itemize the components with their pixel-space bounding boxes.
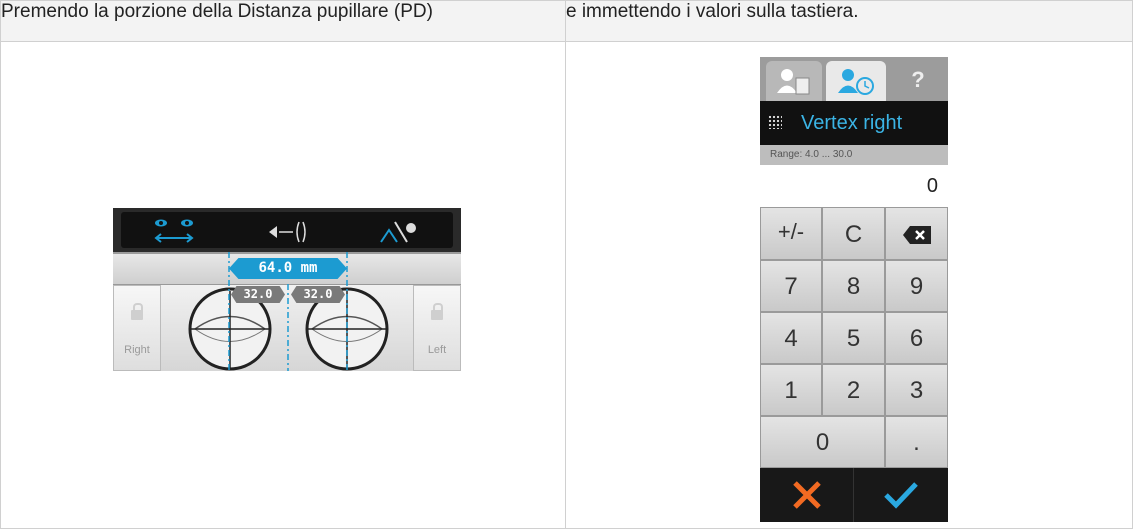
sign-key-label: +/-: [777, 219, 805, 244]
key-3[interactable]: 3: [885, 364, 948, 416]
close-icon: [792, 481, 821, 509]
key-1[interactable]: 1: [760, 364, 822, 416]
pd-right-value[interactable]: 32.0: [231, 286, 285, 303]
keypad-title-bar: Vertex right: [760, 101, 948, 145]
key-2[interactable]: 2: [822, 364, 885, 416]
key-7[interactable]: 7: [760, 260, 822, 312]
confirm-button[interactable]: [854, 468, 947, 522]
left-header-text: Premendo la porzione della Distanza pupi…: [1, 1, 433, 22]
backspace-icon: [902, 226, 931, 244]
key-6[interactable]: 6: [885, 312, 948, 364]
help-tab[interactable]: ?: [890, 61, 946, 101]
pd-widget: Right Left 64.0 mm 32.0 32.0: [113, 208, 461, 371]
keypad-actions: [760, 468, 948, 522]
key-dot[interactable]: .: [885, 416, 948, 468]
backspace-key[interactable]: [885, 207, 948, 260]
keypad-panel: ? Vertex right Range: 4.0 ... 30.0 0 +/-…: [760, 57, 948, 522]
history-icon[interactable]: [826, 61, 886, 101]
check-icon: [883, 482, 918, 509]
key-8[interactable]: 8: [822, 260, 885, 312]
patient-info-icon[interactable]: [766, 61, 822, 101]
key-4[interactable]: 4: [760, 312, 822, 364]
right-header-text: e immettendo i valori sulla tastiera.: [565, 1, 859, 22]
key-9[interactable]: 9: [885, 260, 948, 312]
pd-left-value[interactable]: 32.0: [291, 286, 345, 303]
keypad-tabs: ?: [760, 57, 948, 101]
pd-eyes: [188, 252, 389, 371]
keypad-title: Vertex right: [801, 112, 903, 134]
keypad-range: Range: 4.0 ... 30.0: [760, 145, 948, 165]
left-header-cell: Premendo la porzione della Distanza pupi…: [0, 0, 566, 42]
sign-key[interactable]: +/-: [760, 207, 822, 260]
key-0[interactable]: 0: [760, 416, 885, 468]
cancel-button[interactable]: [760, 468, 854, 522]
clear-key[interactable]: C: [822, 207, 885, 260]
key-5[interactable]: 5: [822, 312, 885, 364]
keypad-keys: +/- C 7 8 9 4 5 6 1 2 3 0 .: [760, 207, 948, 468]
keypad-value-field[interactable]: 0: [760, 165, 948, 207]
keypad-grid-icon: [768, 115, 782, 129]
right-header-cell: e immettendo i valori sulla tastiera.: [564, 0, 1133, 42]
pd-total-value[interactable]: 64.0 mm: [229, 258, 347, 279]
